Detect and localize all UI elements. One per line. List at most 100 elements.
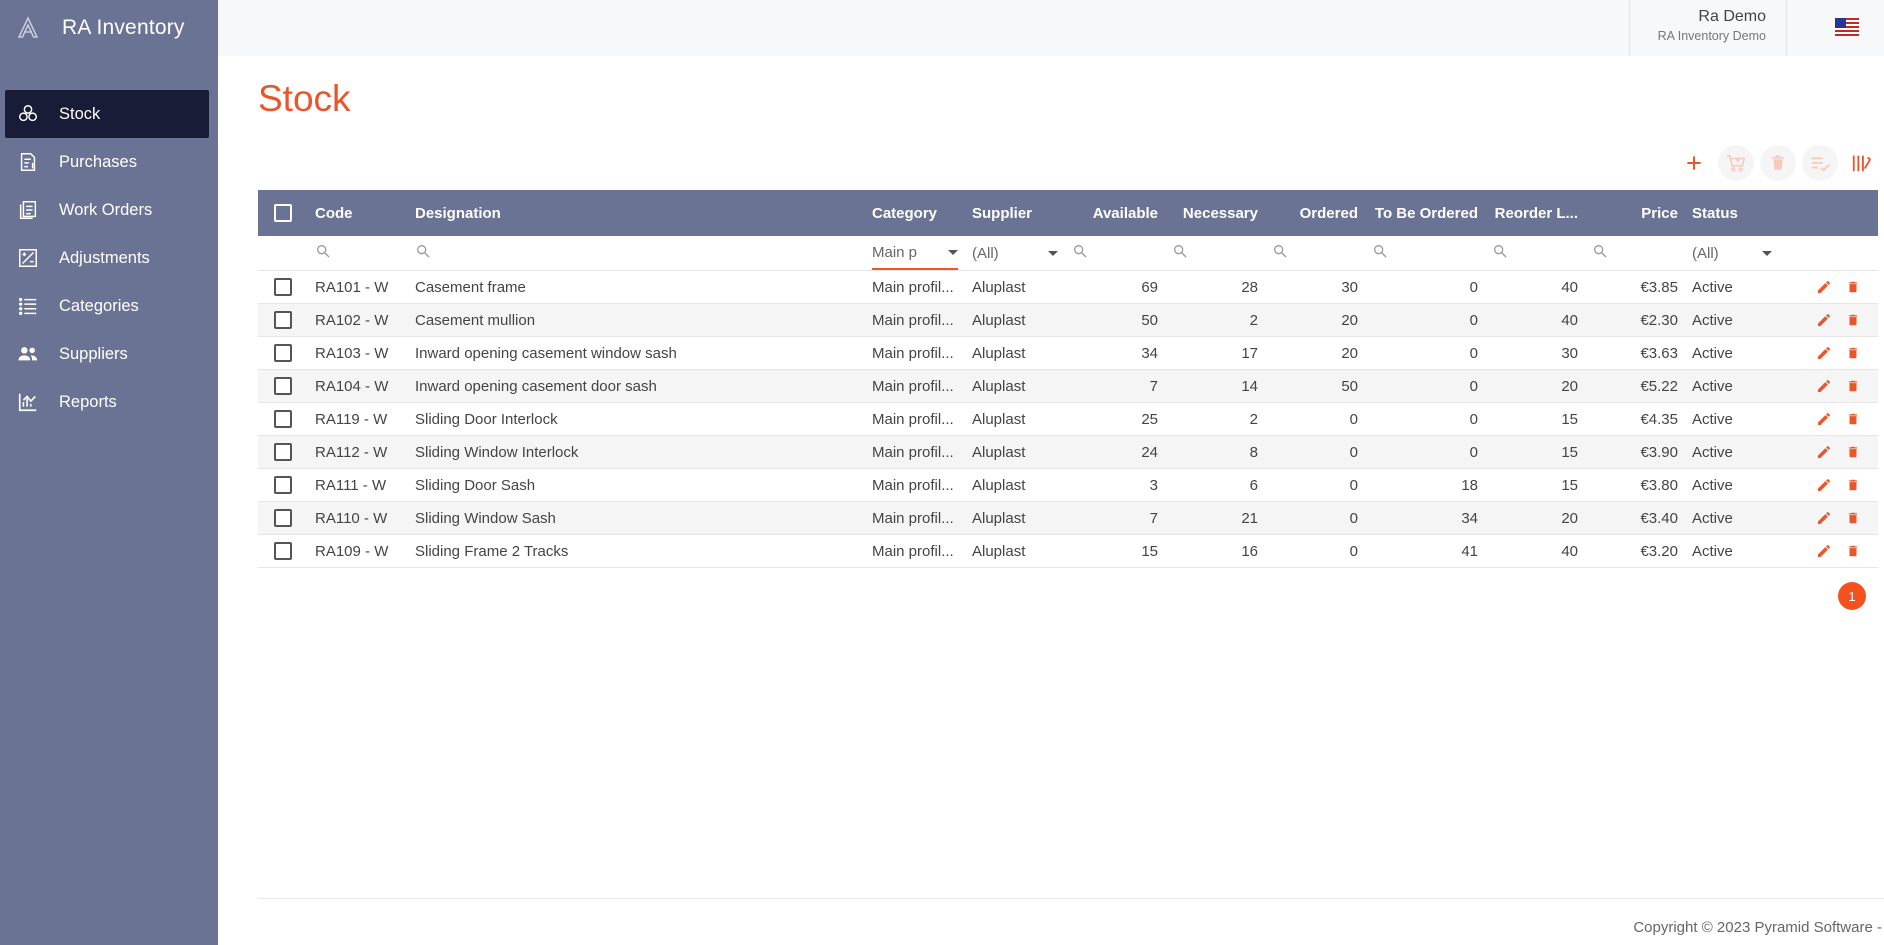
delete-selected-button[interactable]: [1760, 145, 1796, 181]
cart-plus-icon: [1726, 154, 1746, 172]
sidebar-item-categories[interactable]: Categories: [5, 282, 209, 330]
cell-supplier: Aluplast: [972, 278, 1026, 296]
edit-icon[interactable]: [1816, 312, 1832, 328]
row-actions: [1775, 510, 1878, 526]
row-actions: [1775, 444, 1878, 460]
cell-to-be-ordered: 0: [1469, 410, 1478, 428]
sidebar-item-label: Stock: [59, 104, 101, 123]
edit-icon[interactable]: [1816, 411, 1832, 427]
add-to-cart-button[interactable]: [1718, 145, 1754, 181]
delete-icon[interactable]: [1846, 312, 1860, 328]
column-header-necessary[interactable]: Necessary: [1165, 205, 1265, 222]
row-checkbox[interactable]: [274, 410, 292, 428]
select-all-checkbox[interactable]: [274, 204, 292, 222]
column-header-available[interactable]: Available: [1065, 205, 1165, 222]
row-checkbox[interactable]: [274, 443, 292, 461]
row-checkbox[interactable]: [274, 344, 292, 362]
sidebar-item-reports[interactable]: Reports: [5, 378, 209, 426]
table-row[interactable]: RA101 - W Casement frame Main profil... Alu…: [258, 271, 1878, 304]
edit-icon[interactable]: [1816, 543, 1832, 559]
available-filter-input[interactable]: [1065, 243, 1165, 263]
sidebar-item-work-orders[interactable]: Work Orders: [5, 186, 209, 234]
table-row[interactable]: RA112 - W Sliding Window Interlock Main pr…: [258, 436, 1878, 469]
edit-icon[interactable]: [1816, 477, 1832, 493]
add-button[interactable]: [1676, 145, 1712, 181]
cell-reorder-level: 40: [1561, 542, 1578, 560]
edit-icon[interactable]: [1816, 378, 1832, 394]
chevron-down-icon: [1762, 250, 1772, 256]
edit-icon[interactable]: [1816, 279, 1832, 295]
cell-ordered: 0: [1349, 509, 1358, 527]
table-row[interactable]: RA104 - W Inward opening casement door sa…: [258, 370, 1878, 403]
column-header-price[interactable]: Price: [1585, 205, 1685, 222]
cell-to-be-ordered: 41: [1461, 542, 1478, 560]
table-row[interactable]: RA119 - W Sliding Door Interlock Main prof…: [258, 403, 1878, 436]
cell-code: RA110 - W: [315, 509, 388, 527]
column-header-category[interactable]: Category: [865, 205, 965, 222]
cell-ordered: 30: [1341, 278, 1358, 296]
delete-icon[interactable]: [1846, 510, 1860, 526]
sidebar-item-purchases[interactable]: Purchases: [5, 138, 209, 186]
delete-icon[interactable]: [1846, 477, 1860, 493]
sidebar-item-adjustments[interactable]: Adjustments: [5, 234, 209, 282]
column-header-code[interactable]: Code: [308, 205, 408, 222]
edit-icon[interactable]: [1816, 510, 1832, 526]
delete-icon[interactable]: [1846, 444, 1860, 460]
cell-code: RA104 - W: [315, 377, 389, 395]
cell-supplier: Aluplast: [972, 509, 1026, 527]
brand[interactable]: RA Inventory: [0, 0, 218, 56]
delete-icon[interactable]: [1846, 378, 1860, 394]
column-header-reorder-level[interactable]: Reorder L...: [1485, 205, 1585, 222]
row-checkbox[interactable]: [274, 509, 292, 527]
reorder-level-filter-input[interactable]: [1485, 243, 1585, 263]
column-header-ordered[interactable]: Ordered: [1265, 205, 1365, 222]
table-row[interactable]: RA111 - W Sliding Door Sash Main profil...…: [258, 469, 1878, 502]
price-filter-input[interactable]: [1585, 243, 1685, 263]
cell-status: Active: [1692, 278, 1733, 296]
column-header-designation[interactable]: Designation: [408, 205, 865, 222]
row-checkbox[interactable]: [274, 377, 292, 395]
edit-icon[interactable]: [1816, 444, 1832, 460]
user-menu[interactable]: Ra Demo RA Inventory Demo: [1629, 0, 1787, 56]
sidebar-item-stock[interactable]: Stock: [5, 90, 209, 138]
column-chooser-button[interactable]: [1844, 145, 1880, 181]
necessary-filter-input[interactable]: [1165, 243, 1265, 263]
supplier-filter-value: (All): [972, 244, 999, 262]
column-header-to-be-ordered[interactable]: To Be Ordered: [1365, 205, 1485, 222]
table-row[interactable]: RA102 - W Casement mullion Main profil... A…: [258, 304, 1878, 337]
table-row[interactable]: RA109 - W Sliding Frame 2 Tracks Main prof…: [258, 535, 1878, 568]
row-checkbox[interactable]: [274, 311, 292, 329]
status-filter-select[interactable]: (All): [1692, 236, 1772, 270]
row-checkbox[interactable]: [274, 542, 292, 560]
cell-status: Active: [1692, 344, 1733, 362]
delete-icon[interactable]: [1846, 543, 1860, 559]
code-filter-input[interactable]: [308, 243, 408, 263]
row-select-cell: [258, 410, 308, 428]
column-header-supplier[interactable]: Supplier: [965, 205, 1065, 222]
sidebar-nav: Stock Purchases Work Orders Adjustments …: [5, 90, 209, 426]
delete-icon[interactable]: [1846, 411, 1860, 427]
to-be-ordered-filter-input[interactable]: [1365, 243, 1485, 263]
us-flag-icon[interactable]: [1835, 18, 1859, 36]
ordered-filter-input[interactable]: [1265, 243, 1365, 263]
row-checkbox[interactable]: [274, 278, 292, 296]
sidebar-item-label: Work Orders: [59, 200, 153, 219]
row-checkbox[interactable]: [274, 476, 292, 494]
table-row[interactable]: RA103 - W Inward opening casement window …: [258, 337, 1878, 370]
delete-icon[interactable]: [1846, 279, 1860, 295]
cell-designation: Casement mullion: [415, 311, 536, 329]
category-filter-select[interactable]: Main p: [872, 236, 958, 270]
bulk-edit-button[interactable]: [1802, 145, 1838, 181]
edit-icon[interactable]: [1816, 345, 1832, 361]
cell-supplier: Aluplast: [972, 344, 1026, 362]
delete-icon[interactable]: [1846, 345, 1860, 361]
cell-category: Main profil...: [872, 311, 954, 329]
designation-filter-input[interactable]: [408, 243, 865, 263]
cell-code: RA111 - W: [315, 476, 387, 494]
supplier-filter-select[interactable]: (All): [972, 236, 1058, 270]
column-header-status[interactable]: Status: [1685, 205, 1775, 222]
user-organization: RA Inventory Demo: [1657, 29, 1766, 43]
sidebar-item-suppliers[interactable]: Suppliers: [5, 330, 209, 378]
page-1-button[interactable]: 1: [1838, 582, 1866, 610]
table-row[interactable]: RA110 - W Sliding Window Sash Main profil.…: [258, 502, 1878, 535]
